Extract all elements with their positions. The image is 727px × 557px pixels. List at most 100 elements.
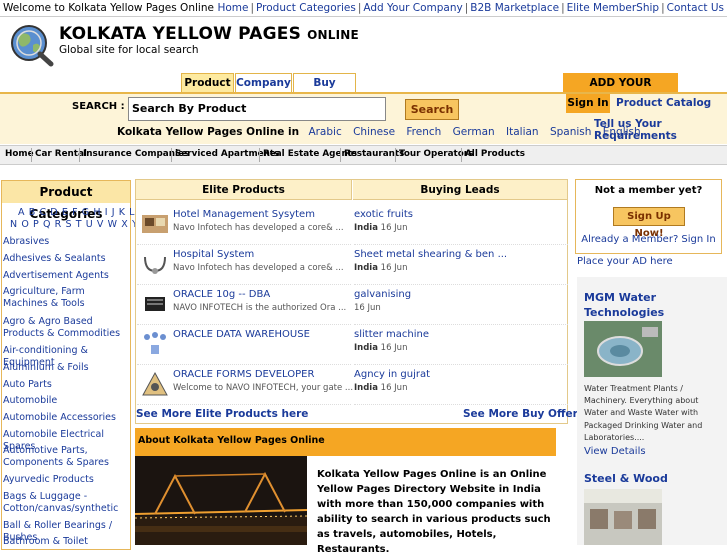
categories-heading: Product Categories: [2, 181, 130, 221]
product-catalog-link[interactable]: Product Catalog: [616, 97, 711, 109]
elite-product-title[interactable]: Hotel Management Sysytem: [173, 209, 315, 220]
category-item[interactable]: Advertisement Agents: [3, 270, 133, 282]
see-more-offers-link[interactable]: See More Buy Offers: [463, 408, 584, 420]
see-more-elite-link[interactable]: See More Elite Products here: [136, 408, 308, 420]
office-interior-photo[interactable]: [584, 489, 662, 545]
elite-products-panel: Elite Products Buying Leads Hotel Manage…: [135, 179, 568, 424]
category-item[interactable]: Aluminium & Foils: [3, 362, 133, 374]
about-text: Kolkata Yellow Pages Online is an Online…: [317, 469, 551, 555]
top-link-b2b[interactable]: B2B Marketplace: [470, 2, 559, 14]
elite-product-title[interactable]: ORACLE FORMS DEVELOPER: [173, 369, 314, 380]
ad-title[interactable]: Steel & Wood: [584, 472, 668, 485]
elite-product-title[interactable]: ORACLE 10g -- DBA: [173, 289, 270, 300]
nav-all-products[interactable]: All Products: [465, 149, 525, 159]
data-warehouse-thumb: [144, 332, 166, 354]
elite-product-item[interactable]: ORACLE DATA WAREHOUSE: [137, 325, 351, 365]
lead-title[interactable]: slitter machine: [354, 329, 429, 340]
view-details-link[interactable]: View Details: [584, 446, 646, 457]
top-link-add-company[interactable]: Add Your Company: [363, 2, 462, 14]
lead-title[interactable]: Sheet metal shearing & ben ...: [354, 249, 507, 260]
lang-french[interactable]: French: [406, 126, 441, 138]
buying-lead-item[interactable]: Agncy in gujrat India 16 Jun: [354, 365, 568, 405]
alphabet-links[interactable]: A B C D E F G H I J K L M: [18, 207, 148, 218]
buying-leads-heading: Buying Leads: [353, 180, 567, 200]
top-link-contact[interactable]: Contact Us: [667, 2, 724, 14]
top-link-home[interactable]: Home: [217, 2, 248, 14]
elite-product-item[interactable]: Hotel Management Sysytem Navo Infotech h…: [137, 205, 351, 245]
search-button[interactable]: Search: [405, 99, 459, 120]
lead-title[interactable]: Agncy in gujrat: [354, 369, 430, 380]
buying-lead-item[interactable]: exotic fruits India 16 Jun: [354, 205, 568, 245]
elite-product-desc: NAVO INFOTECH is the authorized Ora ...: [173, 303, 347, 313]
lead-country: India: [354, 343, 378, 353]
member-sign-in-link[interactable]: Already a Member? Sign In: [576, 234, 721, 245]
lead-date: 16 Jun: [380, 263, 408, 273]
sign-up-button[interactable]: Sign Up Now!: [613, 207, 685, 239]
place-ad-link[interactable]: Place your AD here: [577, 256, 673, 267]
water-treatment-photo[interactable]: [584, 321, 662, 377]
category-item[interactable]: Automobile: [3, 395, 133, 407]
category-item[interactable]: Automobile Accessories: [3, 412, 133, 424]
category-item[interactable]: Abrasives: [3, 236, 133, 248]
top-link-product-categories[interactable]: Product Categories: [256, 2, 356, 14]
elite-product-item[interactable]: ORACLE 10g -- DBA NAVO INFOTECH is the a…: [137, 285, 351, 325]
alphabet-links[interactable]: N O P Q R S T U V W X Y Z: [10, 219, 149, 230]
nav-divider: [31, 148, 32, 162]
nav-divider: [79, 148, 80, 162]
lead-date: 16 Jun: [354, 303, 381, 313]
search-label: SEARCH :: [72, 101, 125, 112]
buying-lead-item[interactable]: galvanising 16 Jun: [354, 285, 568, 325]
category-item[interactable]: Agro & Agro Based Products & Commodities: [3, 316, 131, 340]
lang-spanish[interactable]: Spanish: [550, 126, 591, 138]
category-item[interactable]: Ayurvedic Products: [3, 474, 133, 486]
alphabet-row-1[interactable]: A B C D E F G H I J K L M: [18, 207, 148, 218]
nav-insurance[interactable]: Insurance Companies: [83, 149, 189, 159]
language-row: Kolkata Yellow Pages Online in Arabic Ch…: [117, 126, 649, 138]
category-item[interactable]: Auto Parts: [3, 379, 133, 391]
lang-german[interactable]: German: [453, 126, 495, 138]
tagline: Global site for local search: [59, 44, 199, 56]
tab-product[interactable]: Product: [181, 73, 234, 92]
about-heading: About Kolkata Yellow Pages Online: [135, 428, 556, 456]
category-nav-bar: Home Car Rental Insurance Companies Serv…: [0, 145, 727, 165]
lead-title[interactable]: exotic fruits: [354, 209, 413, 220]
category-item[interactable]: Adhesives & Sealants: [3, 253, 133, 265]
tab-buy-offers[interactable]: Buy Offers: [293, 73, 356, 107]
howrah-bridge-night-photo: [135, 456, 307, 545]
ad-title[interactable]: MGM Water Technologies: [584, 290, 719, 320]
tell-requirements-link[interactable]: Tell us Your Requirements: [594, 118, 727, 142]
lead-country: India: [354, 223, 378, 233]
category-item[interactable]: Bags & Luggage - Cotton/canvas/synthetic: [3, 491, 129, 515]
elite-product-item[interactable]: Hospital System Navo Infotech has develo…: [137, 245, 351, 285]
category-item[interactable]: Automotive Parts, Components & Spares: [3, 445, 133, 469]
lead-meta: India 16 Jun: [354, 223, 407, 233]
top-link-elite[interactable]: Elite MemberShip: [567, 2, 659, 14]
lead-date: 16 Jun: [380, 223, 408, 233]
alphabet-row-2[interactable]: N O P Q R S T U V W X Y Z: [10, 219, 149, 230]
buying-lead-item[interactable]: slitter machine India 16 Jun: [354, 325, 568, 365]
category-item[interactable]: Bathroom & Toilet: [3, 536, 133, 548]
elite-product-desc: Welcome to NAVO INFOTECH, your gate ...: [173, 383, 354, 393]
lead-date: 16 Jun: [380, 343, 408, 353]
elite-product-title[interactable]: Hospital System: [173, 249, 254, 260]
lead-title[interactable]: galvanising: [354, 289, 411, 300]
buying-lead-item[interactable]: Sheet metal shearing & ben ... India 16 …: [354, 245, 568, 285]
category-item[interactable]: Agriculture, Farm Machines & Tools: [3, 286, 131, 310]
elite-products-heading: Elite Products: [136, 180, 352, 200]
nav-home[interactable]: Home: [5, 149, 34, 159]
elite-product-item[interactable]: ORACLE FORMS DEVELOPER Welcome to NAVO I…: [137, 365, 354, 405]
language-intro: Kolkata Yellow Pages Online in: [117, 126, 300, 138]
tab-company[interactable]: Company: [235, 73, 292, 92]
elite-product-title[interactable]: ORACLE DATA WAREHOUSE: [173, 329, 310, 340]
site-brand: KOLKATA YELLOW PAGES ONLINE: [59, 24, 359, 44]
lang-arabic[interactable]: Arabic: [308, 126, 341, 138]
add-company-button[interactable]: ADD YOUR COMPANY: [563, 73, 678, 109]
top-links: Home | Product Categories | Add Your Company…: [217, 2, 724, 14]
globe-magnifier-logo[interactable]: [7, 23, 55, 67]
search-input[interactable]: Search By Product: [128, 97, 386, 121]
sign-in-button[interactable]: Sign In: [566, 94, 610, 113]
lang-italian[interactable]: Italian: [506, 126, 539, 138]
elite-product-desc: Navo Infotech has developed a core& ...: [173, 263, 344, 273]
lang-chinese[interactable]: Chinese: [353, 126, 395, 138]
nav-tour-operators[interactable]: Tour Operators: [399, 149, 473, 159]
